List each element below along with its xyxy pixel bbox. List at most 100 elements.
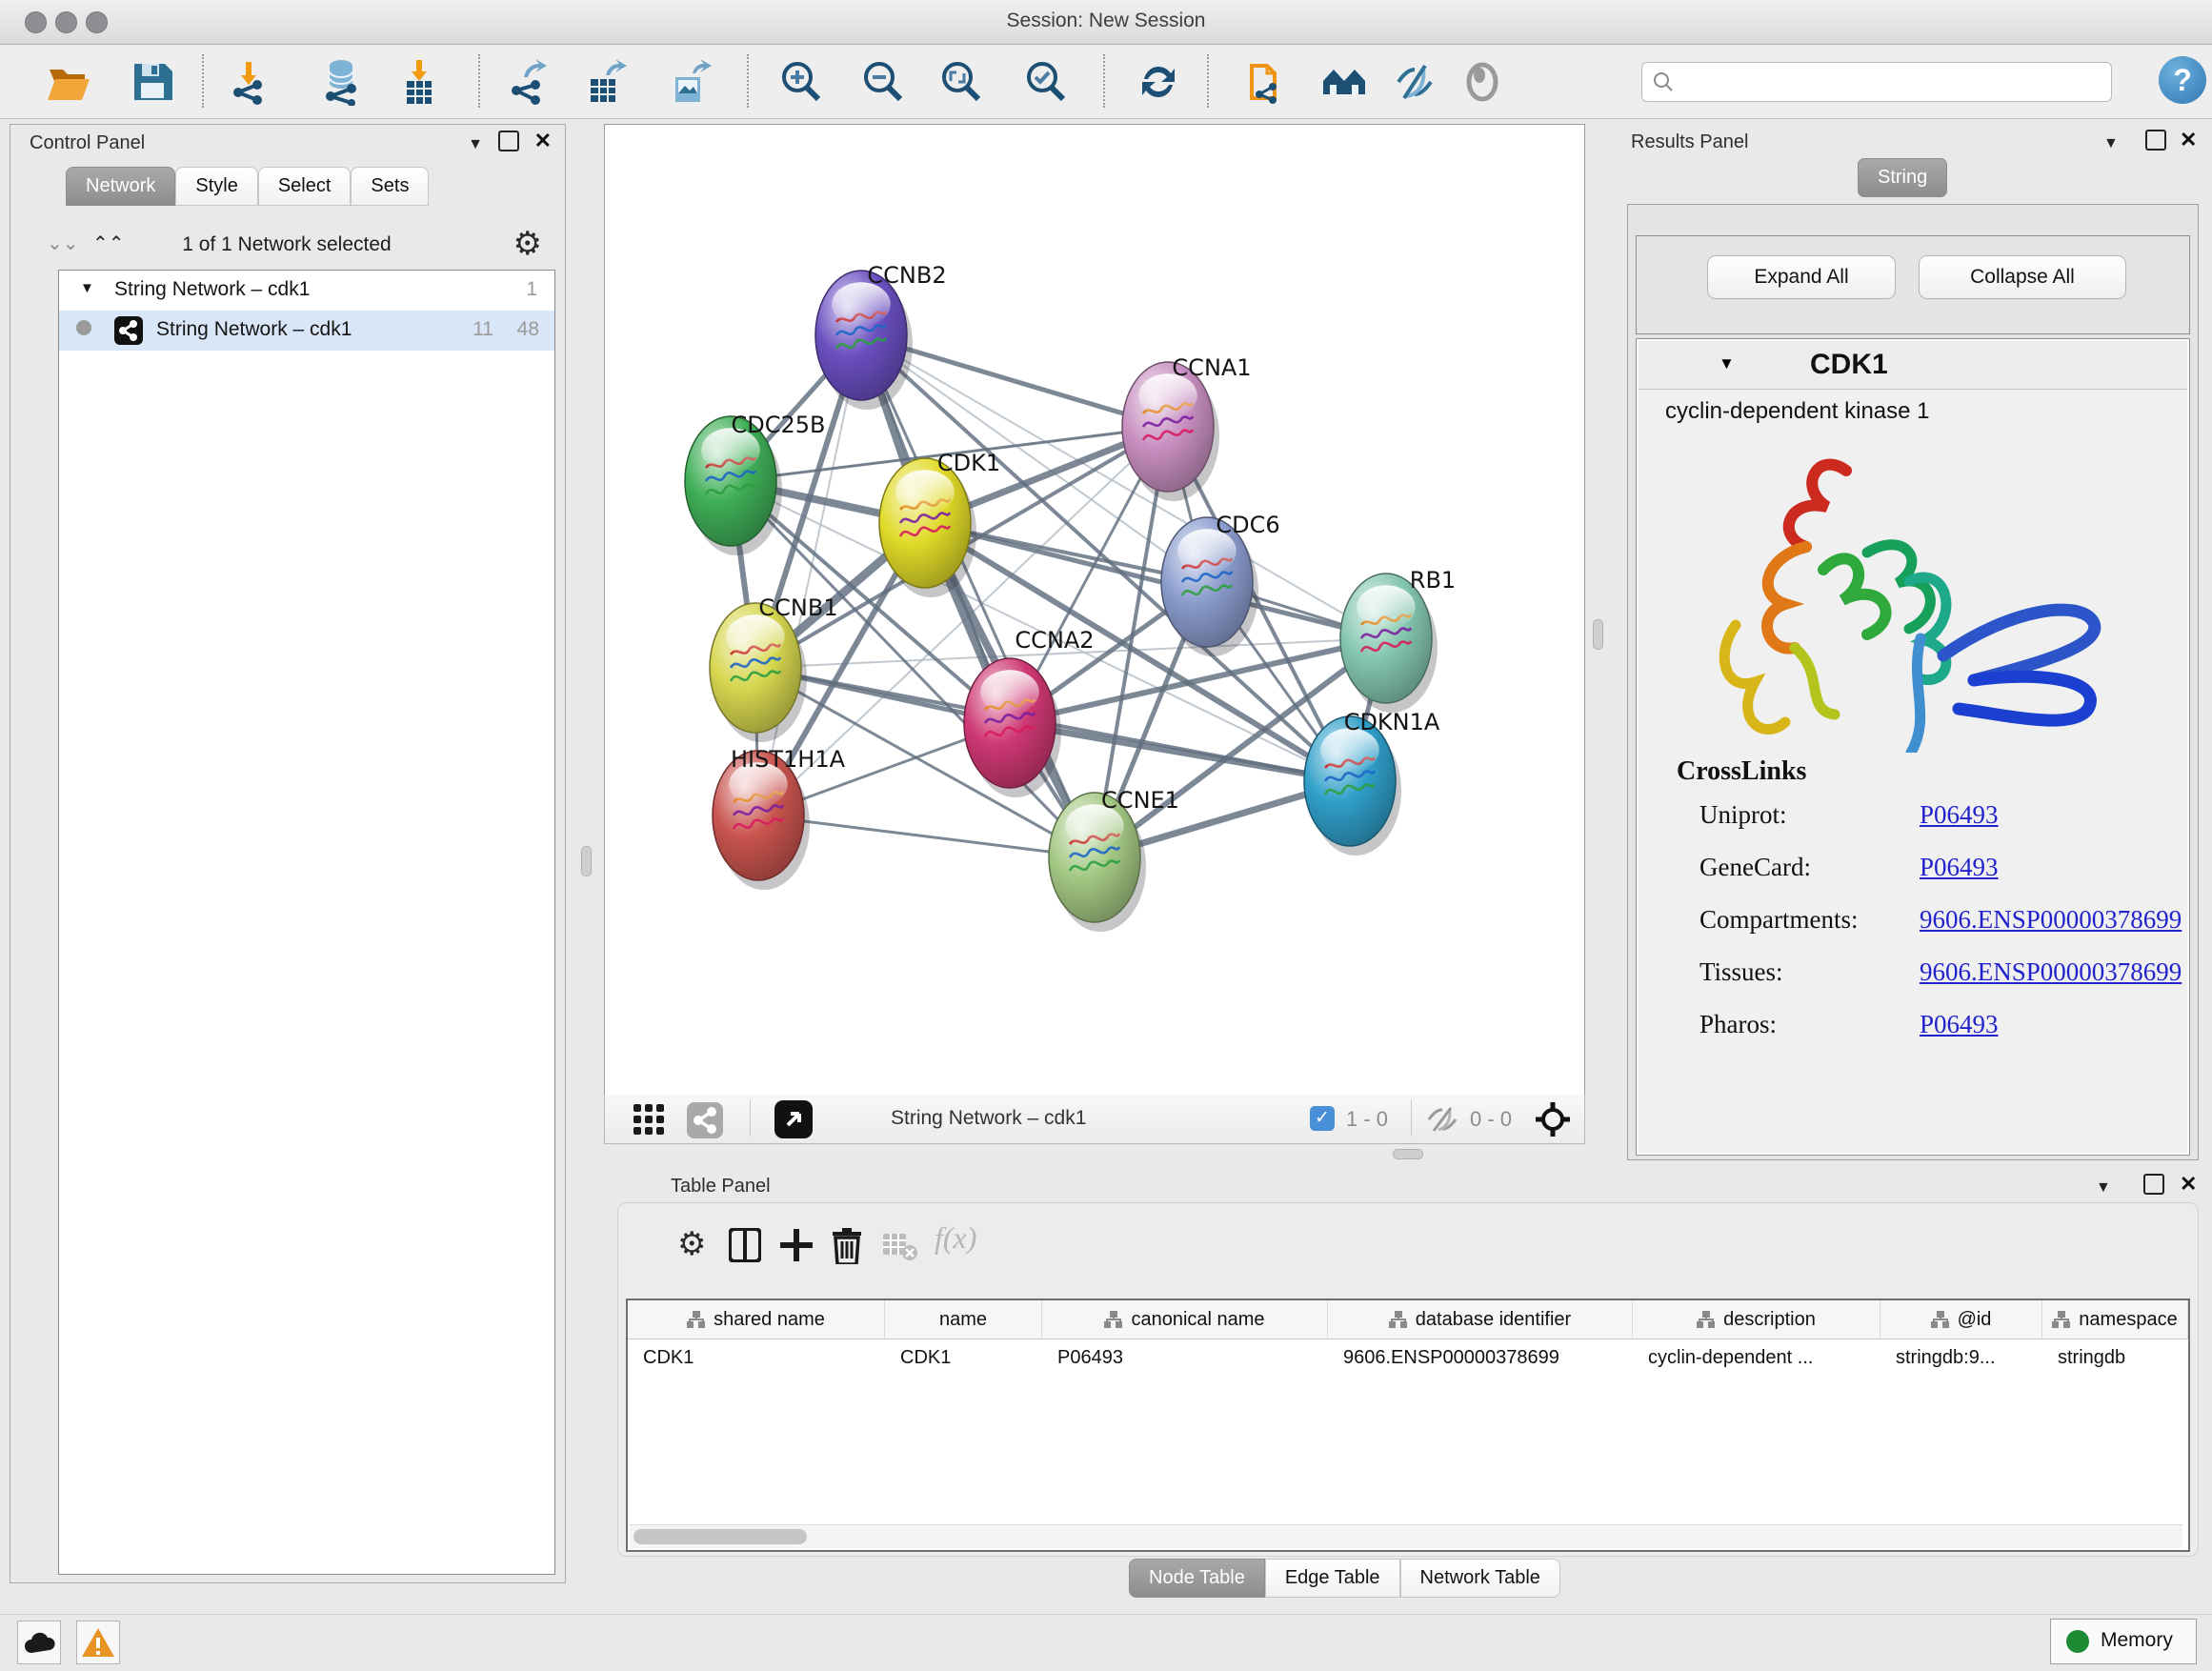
column-header-namespace[interactable]: namespace [2042, 1300, 2188, 1339]
tab-edge-table[interactable]: Edge Table [1265, 1559, 1400, 1598]
node-title: CDK1 [1810, 349, 1888, 381]
tab-sets[interactable]: Sets [351, 167, 429, 206]
table-row[interactable]: CDK1CDK1P064939606.ENSP00000378699cyclin… [628, 1339, 2188, 1378]
save-session-icon[interactable] [129, 58, 176, 106]
zoom-selected-icon[interactable] [1022, 58, 1070, 106]
float-panel-icon[interactable] [498, 131, 519, 151]
crosslink-link[interactable]: 9606.ENSP00000378699 [1920, 905, 2182, 935]
cloud-status-button[interactable] [17, 1621, 61, 1664]
zoom-out-icon[interactable] [859, 58, 907, 106]
hide-selected-icon[interactable] [1391, 58, 1438, 106]
table-cell[interactable]: P06493 [1042, 1339, 1328, 1378]
refresh-icon[interactable] [1135, 58, 1182, 106]
float-panel-icon[interactable] [2143, 1174, 2164, 1195]
node-CCNE1[interactable]: CCNE1 [1049, 787, 1179, 932]
collapse-triangle-icon[interactable]: ▼ [1719, 354, 1735, 373]
results-panel: Results Panel ▼ ✕ String Expand All Coll… [1616, 124, 2212, 1164]
crosslink-link[interactable]: P06493 [1920, 800, 1999, 830]
node-CCNA1[interactable]: CCNA1 [1122, 354, 1252, 501]
export-image-icon[interactable] [668, 58, 715, 106]
column-header-shared-name[interactable]: shared name [628, 1300, 885, 1339]
node-CDC6[interactable]: CDC6 [1161, 512, 1280, 656]
import-network-icon[interactable] [225, 58, 272, 106]
network-row-selected[interactable]: String Network – cdk1 11 48 [59, 311, 554, 351]
export-table-icon[interactable] [583, 58, 631, 106]
network-collection-row[interactable]: ▼ String Network – cdk1 1 [59, 271, 554, 311]
table-cell[interactable]: cyclin-dependent ... [1633, 1339, 1880, 1378]
warning-status-button[interactable] [76, 1621, 120, 1664]
import-table-icon[interactable] [395, 58, 443, 106]
node-CDC25B[interactable]: CDC25B [685, 412, 826, 555]
tab-network-table[interactable]: Network Table [1400, 1559, 1560, 1598]
bottom-splitter-handle[interactable] [1393, 1149, 1423, 1159]
close-panel-icon[interactable]: ✕ [2180, 128, 2197, 152]
network-from-selection-icon[interactable] [1242, 58, 1290, 106]
show-columns-icon[interactable] [729, 1228, 761, 1262]
zoom-fit-icon[interactable] [937, 58, 985, 106]
main-toolbar: ? [0, 45, 2212, 119]
crosshair-icon[interactable] [1535, 1101, 1571, 1137]
crosslink-link[interactable]: P06493 [1920, 1010, 1999, 1039]
panel-menu-icon[interactable]: ▼ [2096, 1179, 2111, 1197]
node-RB1[interactable]: RB1 [1340, 567, 1456, 713]
table-settings-gear-icon[interactable]: ⚙ [677, 1228, 706, 1260]
crosslink-link[interactable]: 9606.ENSP00000378699 [1920, 957, 2182, 987]
share-view-icon[interactable] [687, 1102, 723, 1138]
memory-button[interactable]: Memory [2050, 1619, 2197, 1664]
table-cell[interactable]: 9606.ENSP00000378699 [1328, 1339, 1633, 1378]
close-panel-icon[interactable]: ✕ [2180, 1172, 2197, 1197]
column-header-at-id[interactable]: @id [1880, 1300, 2042, 1339]
panel-menu-icon[interactable]: ▼ [468, 136, 483, 153]
table-cell[interactable]: CDK1 [628, 1339, 885, 1378]
column-header-canonical-name[interactable]: canonical name [1042, 1300, 1328, 1339]
node-CDK1[interactable]: CDK1 [879, 450, 1000, 597]
close-panel-icon[interactable]: ✕ [534, 129, 552, 153]
tab-style[interactable]: Style [175, 167, 257, 206]
first-neighbors-icon[interactable] [1320, 58, 1368, 106]
selected-checkbox-icon[interactable]: ✓ [1310, 1106, 1335, 1131]
node-CCNB1[interactable]: CCNB1 [710, 594, 838, 742]
node-table[interactable]: shared namenamecanonical namedatabase id… [626, 1299, 2190, 1552]
edge-CCNB2-HIST1H1A[interactable] [758, 335, 861, 815]
edge-CCNE1-CCNB2[interactable] [861, 335, 1095, 857]
collapse-triangle-icon[interactable]: ▼ [80, 280, 94, 296]
tab-select[interactable]: Select [258, 167, 352, 206]
node-HIST1H1A[interactable]: HIST1H1A [713, 746, 846, 890]
table-cell[interactable]: stringdb:9... [1880, 1339, 2042, 1378]
tab-string[interactable]: String [1858, 158, 1947, 197]
export-network-icon[interactable] [505, 58, 553, 106]
crosslink-link[interactable]: P06493 [1920, 853, 1999, 882]
table-cell[interactable]: stringdb [2042, 1339, 2188, 1378]
import-database-icon[interactable] [317, 58, 365, 106]
search-input[interactable] [1641, 62, 2112, 102]
show-all-icon[interactable] [1458, 58, 1506, 106]
column-header-name[interactable]: name [885, 1300, 1042, 1339]
network-canvas[interactable]: CCNB2CCNA1CDC25BCDK1CDC6RB1CCNB1CCNA2CDK… [604, 124, 1585, 1096]
string-network-graph[interactable]: CCNB2CCNA1CDC25BCDK1CDC6RB1CCNB1CCNA2CDK… [605, 125, 1584, 1095]
panel-menu-icon[interactable]: ▼ [2103, 135, 2119, 152]
open-session-icon[interactable] [44, 58, 91, 106]
tab-network[interactable]: Network [66, 167, 175, 206]
zoom-in-icon[interactable] [777, 58, 825, 106]
node-CDKN1A[interactable]: CDKN1A [1304, 709, 1440, 856]
node-details-header[interactable]: ▼ CDK1 [1639, 341, 2187, 390]
add-column-icon[interactable] [780, 1228, 813, 1262]
gear-icon[interactable]: ⚙ [513, 228, 542, 260]
help-icon[interactable]: ? [2159, 56, 2206, 104]
node-CCNB2[interactable]: CCNB2 [815, 262, 947, 410]
birds-eye-view-icon[interactable] [774, 1100, 813, 1138]
right-splitter-handle[interactable] [1593, 619, 1603, 650]
collapse-all-button[interactable]: Collapse All [1919, 255, 2126, 299]
grid-view-icon[interactable] [633, 1104, 666, 1135]
table-cell[interactable]: CDK1 [885, 1339, 1042, 1378]
column-header-description[interactable]: description [1633, 1300, 1880, 1339]
tab-node-table[interactable]: Node Table [1129, 1559, 1265, 1598]
delete-column-icon[interactable] [832, 1228, 862, 1264]
float-panel-icon[interactable] [2145, 130, 2166, 151]
column-header-database-identifier[interactable]: database identifier [1328, 1300, 1633, 1339]
scrollbar-thumb[interactable] [633, 1529, 807, 1544]
left-splitter-handle[interactable] [581, 846, 592, 876]
expand-all-button[interactable]: Expand All [1707, 255, 1896, 299]
horizontal-scrollbar[interactable] [630, 1524, 2182, 1548]
crosslink-row: Tissues:9606.ENSP00000378699 [1677, 944, 2172, 997]
